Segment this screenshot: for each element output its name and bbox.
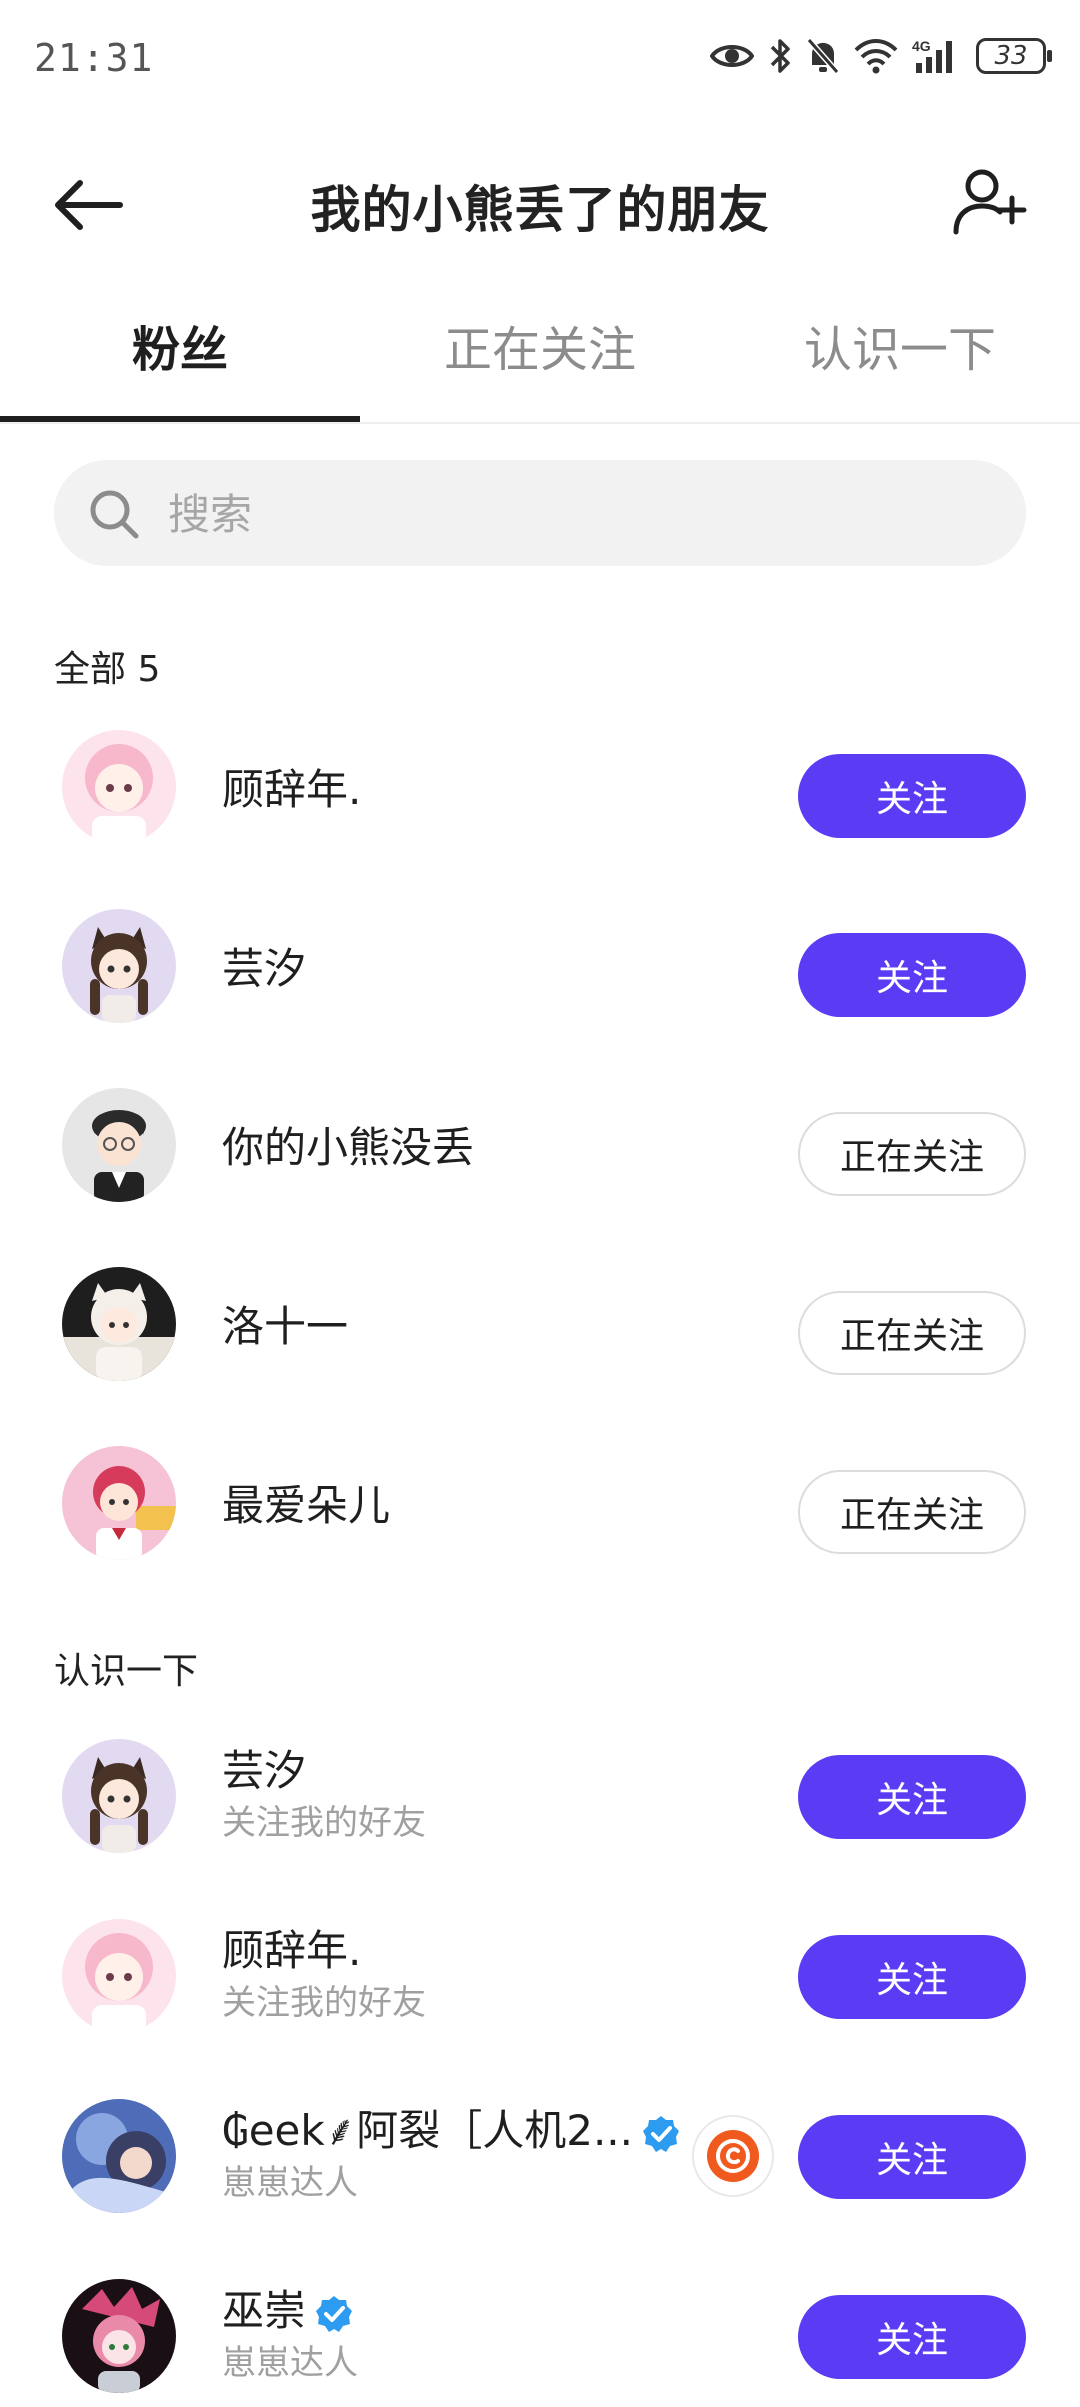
avatar (62, 1739, 176, 1853)
list-item[interactable]: 洛十一 正在关注 (0, 1255, 1080, 1395)
user-name: 你的小熊没丢 (222, 1123, 475, 1172)
status-time: 21:31 (34, 36, 154, 80)
tab-indicator (0, 416, 360, 422)
verified-icon (643, 2115, 679, 2152)
tab-following[interactable]: 正在关注 (360, 310, 720, 380)
list-item[interactable]: 顾辞年. 关注 (0, 718, 1080, 858)
status-icons: 4G 33 (710, 34, 1052, 78)
user-subtitle: 崽崽达人 (222, 2163, 358, 2203)
following-button[interactable]: 正在关注 (798, 1112, 1026, 1196)
list-item[interactable]: 你的小熊没丢 正在关注 (0, 1076, 1080, 1216)
follow-button[interactable]: 关注 (798, 754, 1026, 838)
tab-fans[interactable]: 粉丝 (0, 310, 360, 380)
avatar (62, 2279, 176, 2393)
search-input[interactable] (166, 460, 990, 568)
user-name: 顾辞年. (222, 765, 362, 814)
status-bar: 21:31 4G 33 (0, 0, 1080, 110)
mute-bell-icon (806, 38, 840, 74)
bluetooth-icon (770, 39, 790, 73)
signal-4g-icon: 4G (912, 38, 952, 73)
add-friend-button[interactable] (952, 164, 1028, 240)
avatar (62, 1088, 176, 1202)
creator-badge[interactable] (692, 2115, 774, 2197)
user-name: 最爱朵儿 (222, 1481, 391, 1530)
list-item[interactable]: 最爱朵儿 正在关注 (0, 1434, 1080, 1574)
eye-icon (710, 45, 754, 67)
verified-icon (316, 2295, 353, 2332)
search-bar[interactable] (54, 460, 1026, 568)
follow-button[interactable]: 关注 (798, 1755, 1026, 1839)
avatar (62, 909, 176, 1023)
following-button[interactable]: 正在关注 (798, 1470, 1026, 1554)
battery-icon: 33 (976, 38, 1052, 74)
following-button[interactable]: 正在关注 (798, 1291, 1026, 1375)
user-subtitle: 崽崽达人 (222, 2343, 358, 2383)
section-label-discover: 认识一下 (54, 1651, 199, 1692)
user-name: 芸汐 (222, 944, 307, 993)
follow-button[interactable]: 关注 (798, 1935, 1026, 2019)
header: 我的小熊丢了的朋友 (0, 150, 1080, 260)
avatar (62, 1446, 176, 1560)
page-title: 我的小熊丢了的朋友 (310, 181, 770, 239)
user-subtitle: 关注我的好友 (222, 1983, 426, 2023)
user-subtitle: 关注我的好友 (222, 1803, 426, 1843)
add-user-icon (953, 169, 1027, 235)
user-name: 巫崇 (222, 2277, 354, 2338)
wifi-icon (854, 39, 898, 74)
list-item[interactable]: 芸汐 关注 (0, 897, 1080, 1037)
user-name: 芸汐 (222, 1746, 307, 1795)
avatar (62, 730, 176, 844)
user-name: 顾辞年. (222, 1926, 362, 1975)
creator-badge-icon (707, 2130, 759, 2182)
user-name: 洛十一 (222, 1302, 349, 1351)
avatar (62, 2099, 176, 2213)
avatar (62, 1919, 176, 2033)
list-item[interactable]: 芸汐 关注我的好友 关注 (0, 1727, 1080, 1867)
tab-discover[interactable]: 认识一下 (720, 310, 1080, 380)
search-icon (90, 490, 139, 539)
tab-bar: 粉丝 正在关注 认识一下 (0, 290, 1080, 424)
avatar (62, 1267, 176, 1381)
follow-button[interactable]: 关注 (798, 933, 1026, 1017)
list-item[interactable]: 巫崇 崽崽达人 关注 (0, 2267, 1080, 2407)
section-label-all: 全部 5 (54, 649, 161, 690)
list-item[interactable]: ₲eek⸙阿裂［人机2... 崽崽达人 关注 (0, 2087, 1080, 2227)
list-item[interactable]: 顾辞年. 关注我的好友 关注 (0, 1907, 1080, 2047)
svg-text:4G: 4G (912, 38, 931, 54)
follow-button[interactable]: 关注 (798, 2295, 1026, 2379)
follow-button[interactable]: 关注 (798, 2115, 1026, 2199)
user-name: ₲eek⸙阿裂［人机2... (222, 2097, 681, 2158)
